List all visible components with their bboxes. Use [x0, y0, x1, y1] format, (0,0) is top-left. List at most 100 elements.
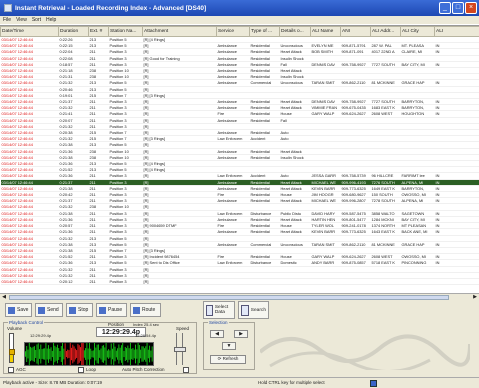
- menu-help[interactable]: Help: [46, 16, 56, 24]
- horizontal-scrollbar[interactable]: ◀ ▶: [0, 293, 479, 301]
- waveform-bar: [49, 348, 51, 360]
- title-bar[interactable]: Instant Retrieval - Loaded Recording Ind…: [0, 0, 479, 16]
- waveform-bar: [57, 344, 58, 364]
- waveform-bar: [58, 348, 60, 360]
- save-icon: [8, 306, 15, 314]
- table-cell: 211: [88, 278, 109, 286]
- waveform-bar: [46, 348, 48, 360]
- table-cell: [434, 278, 479, 286]
- waveform-bar: [108, 349, 110, 359]
- waveform-bar: [28, 343, 30, 365]
- menu-sort[interactable]: Sort: [32, 16, 41, 24]
- waveform-bar: [118, 344, 120, 364]
- table-cell: [400, 278, 435, 286]
- column-header[interactable]: Details o...: [279, 26, 311, 37]
- waveform-bar: [37, 343, 39, 365]
- pause-button[interactable]: Pause: [96, 303, 127, 317]
- waveform-display[interactable]: [24, 342, 154, 366]
- waveform-bar: [137, 343, 139, 365]
- waveform-bar: [87, 348, 89, 360]
- waveform-bar: [83, 350, 85, 358]
- search-icon: [241, 304, 249, 316]
- table-cell: 0:20:12: [58, 278, 89, 286]
- stop-button[interactable]: Stop: [66, 303, 93, 317]
- menu-file[interactable]: File: [3, 16, 11, 24]
- column-header[interactable]: ALI City: [400, 26, 435, 37]
- menu-bar: File View Sort Help: [0, 16, 479, 24]
- waveform-bar: [101, 345, 103, 363]
- waveform-bar: [48, 345, 49, 363]
- status-hint: Hold CTRL key for multiple select: [258, 380, 325, 385]
- waveform-bar: [73, 346, 75, 362]
- select-data-button[interactable]: Select Data: [203, 301, 235, 319]
- selection-prev-button[interactable]: ◀: [210, 330, 224, 338]
- search-button[interactable]: Search: [238, 301, 269, 319]
- waveform-bar: [129, 343, 131, 365]
- route-button[interactable]: Route: [130, 303, 161, 317]
- column-header[interactable]: ALI Name: [310, 26, 341, 37]
- column-header[interactable]: Type of ...: [249, 26, 280, 37]
- waveform-bar: [25, 351, 26, 357]
- waveform-bar: [127, 345, 129, 363]
- waveform-bar: [59, 351, 61, 357]
- waveform-bar: [135, 344, 136, 364]
- selection-next-button[interactable]: ▶: [234, 330, 248, 338]
- volume-label: Volume: [7, 326, 23, 331]
- waveform-bar: [109, 350, 111, 358]
- table-row[interactable]: 03/14/07 12:46:44 0:21:36 211 Position 3 [R]…: [0, 172, 479, 180]
- volume-slider[interactable]: [9, 333, 14, 363]
- column-header[interactable]: Ext. #: [88, 26, 109, 37]
- waveform-bar: [113, 343, 115, 365]
- waveform-bar: [112, 348, 113, 360]
- waveform-bar: [119, 347, 121, 361]
- column-header[interactable]: Attachment: [142, 26, 217, 37]
- waveform-bar: [122, 343, 124, 365]
- column-header[interactable]: Station Na...: [108, 26, 143, 37]
- loop-checkbox[interactable]: [78, 367, 84, 373]
- waveform-bar: [67, 349, 69, 359]
- minimize-button[interactable]: _: [439, 2, 451, 14]
- menu-view[interactable]: View: [16, 16, 27, 24]
- waveform-bar: [144, 348, 145, 360]
- auto-pitch-checkbox[interactable]: [183, 367, 189, 373]
- table-cell: [310, 278, 341, 286]
- help-icon[interactable]: [370, 380, 377, 387]
- column-header[interactable]: ALI Addr...: [370, 26, 401, 37]
- maximize-button[interactable]: □: [452, 2, 464, 14]
- agc-checkbox[interactable]: [8, 367, 14, 373]
- table-cell: [R]: [142, 278, 217, 286]
- waveform-bar: [95, 347, 97, 361]
- column-header[interactable]: Date/Time: [0, 26, 59, 37]
- selection-down-button[interactable]: ▼: [222, 342, 236, 350]
- close-button[interactable]: ×: [465, 2, 477, 14]
- table-cell: [370, 278, 401, 286]
- column-header[interactable]: ALI: [434, 26, 479, 37]
- table-row[interactable]: 03/14/07 12:46:44 0:21:36 213 Position 5 [R]…: [0, 259, 479, 267]
- waveform-bar: [124, 346, 126, 362]
- save-button[interactable]: Save: [5, 303, 32, 317]
- waveform-bar: [36, 344, 38, 364]
- waveform-bar: [138, 345, 140, 363]
- send-button[interactable]: Send: [35, 303, 63, 317]
- waveform-bar: [104, 347, 106, 361]
- refresh-button[interactable]: ⟳ Refresh: [210, 355, 246, 364]
- speed-label: Speed: [176, 326, 190, 331]
- table-cell: [216, 278, 250, 286]
- waveform-bar: [117, 348, 119, 360]
- agc-label: AGC: [16, 367, 26, 372]
- waveform-bar: [151, 346, 153, 362]
- column-header[interactable]: Duration: [58, 26, 89, 37]
- waveform-bar: [141, 346, 143, 362]
- waveform-bar: [89, 343, 90, 365]
- recordings-grid[interactable]: Date/Time Duration Ext. # Station Na... Atta…: [0, 25, 479, 293]
- speed-slider[interactable]: [174, 333, 186, 365]
- lock-icon[interactable]: [9, 349, 15, 355]
- table-row[interactable]: 03/14/07 12:46:44 0:20:12 211 Position 3 [R]: [0, 278, 479, 286]
- route-icon: [133, 306, 140, 314]
- table-row[interactable]: 03/14/07 12:46:44 0:21:38 211 Position 3 [R]…: [0, 210, 479, 217]
- speed-knob[interactable]: [174, 346, 186, 352]
- column-header[interactable]: Service: [216, 26, 250, 37]
- waveform-bar: [32, 346, 34, 362]
- column-header-row: Date/Time Duration Ext. # Station Na... Atta…: [0, 26, 479, 37]
- column-header[interactable]: ANI: [340, 26, 371, 37]
